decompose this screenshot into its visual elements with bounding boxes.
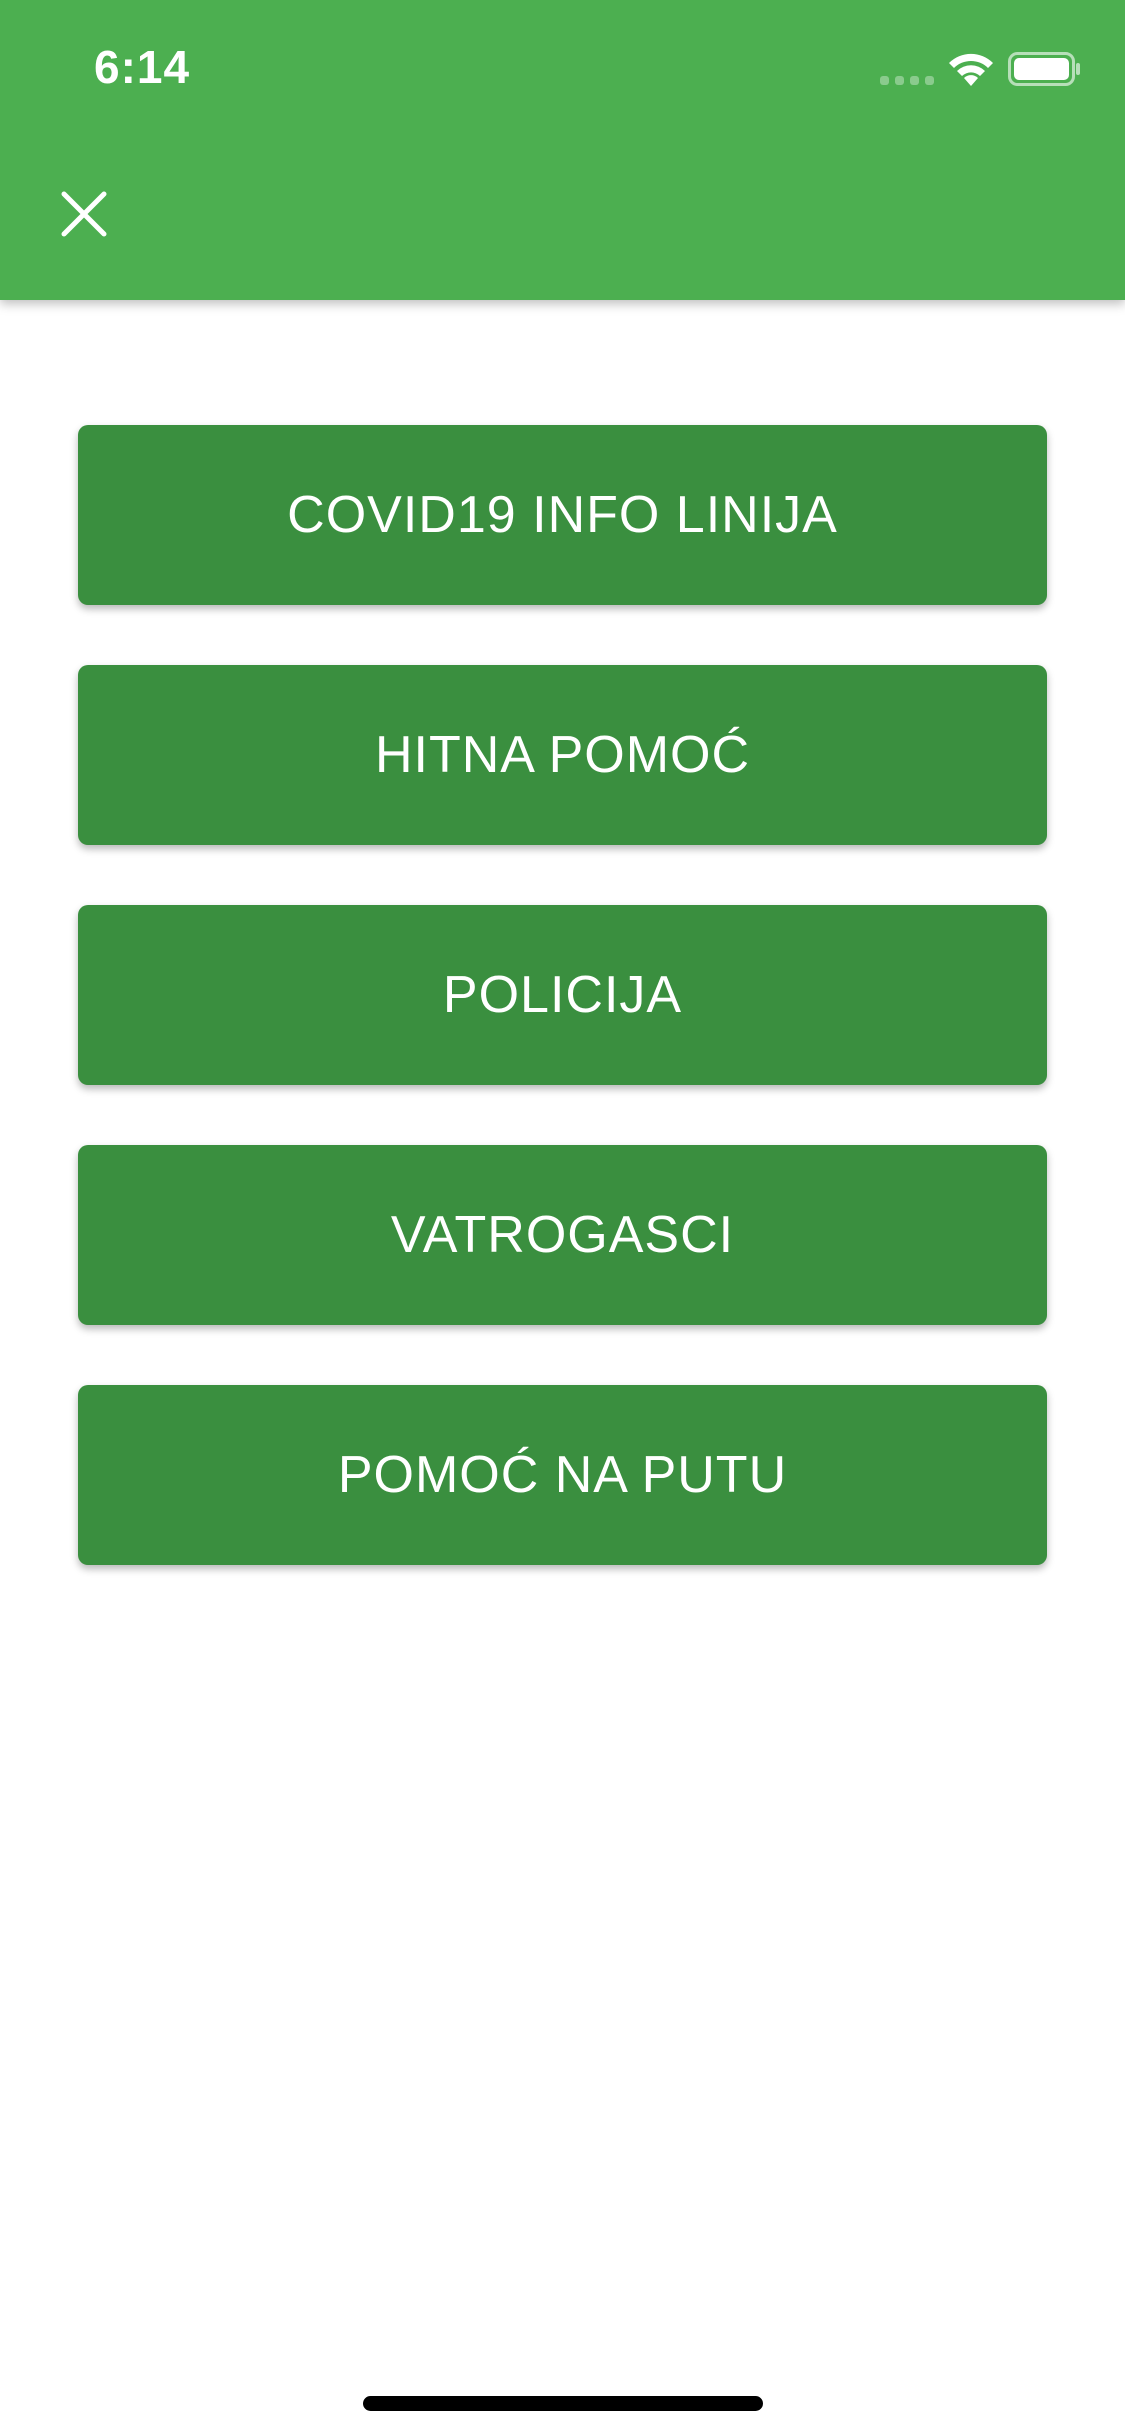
action-button-label: POMOĆ NA PUTU (337, 1446, 788, 1504)
close-icon (61, 191, 107, 237)
covid19-info-button[interactable]: COVID19 INFO LINIJA (78, 425, 1047, 605)
wifi-icon (949, 53, 993, 86)
status-time: 6:14 (94, 41, 191, 93)
home-indicator[interactable] (363, 2396, 763, 2411)
cellular-signal-icon (880, 76, 934, 85)
battery-icon (1008, 52, 1080, 86)
action-button-label: HITNA POMOĆ (374, 726, 751, 784)
action-button-label: VATROGASCI (390, 1206, 735, 1264)
firefighters-button[interactable]: VATROGASCI (78, 1145, 1047, 1325)
roadside-assistance-button[interactable]: POMOĆ NA PUTU (78, 1385, 1047, 1565)
close-button[interactable] (48, 178, 120, 250)
ambulance-button[interactable]: HITNA POMOĆ (78, 665, 1047, 845)
police-button[interactable]: POLICIJA (78, 905, 1047, 1085)
app-header: 6:14 (0, 0, 1125, 300)
emergency-contacts-list: COVID19 INFO LINIJA HITNA POMOĆ POLICIJA… (78, 425, 1047, 1625)
action-button-label: POLICIJA (442, 966, 683, 1024)
action-button-label: COVID19 INFO LINIJA (287, 486, 838, 544)
